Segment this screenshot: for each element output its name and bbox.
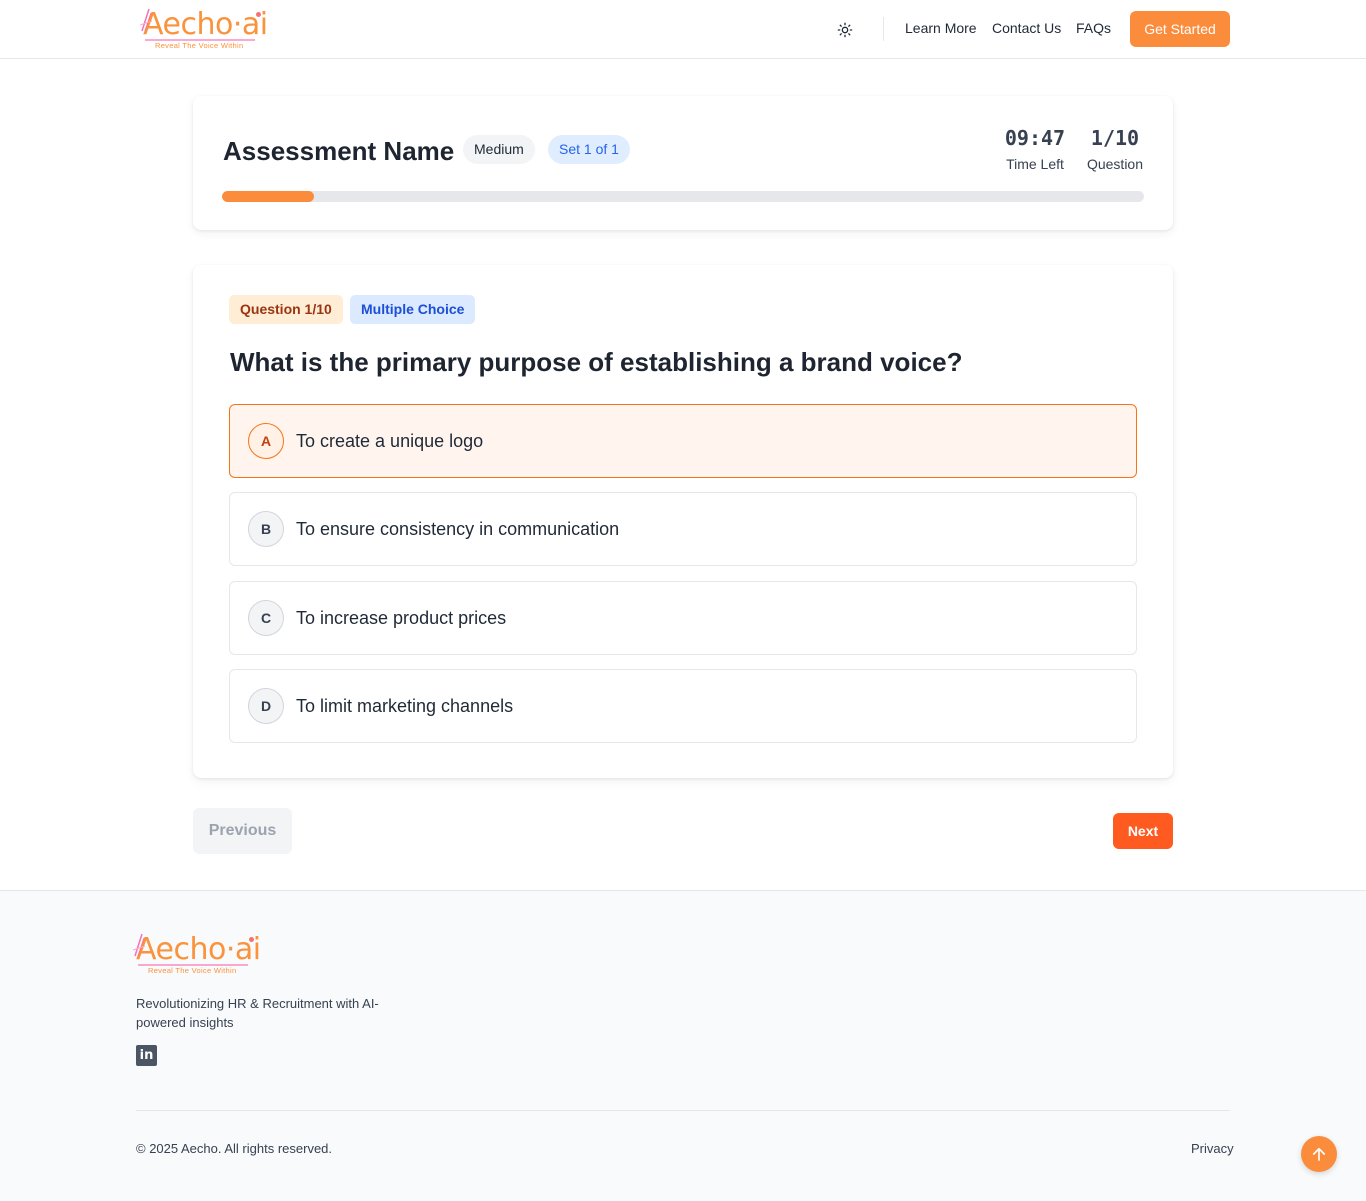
- option-text: To create a unique logo: [296, 431, 484, 451]
- option-letter-badge: D: [248, 688, 284, 724]
- assessment-progress-bar: [222, 191, 1144, 202]
- footer-divider: [136, 1110, 1230, 1111]
- logo-underline: [138, 964, 248, 966]
- logo-swoosh-icon: [140, 8, 153, 32]
- logo-tagline: Reveal The Voice Within: [148, 966, 237, 975]
- answer-option-b[interactable]: B To ensure consistency in communication: [229, 492, 1137, 566]
- arrow-up-icon: [1312, 1147, 1326, 1161]
- logo-dot: [256, 12, 261, 17]
- site-footer: Aecho·ai Reveal The Voice Within Revolut…: [0, 890, 1366, 1201]
- logo-swoosh-icon: [133, 933, 146, 957]
- footer-description: Revolutionizing HR & Recruitment with AI…: [136, 996, 379, 1030]
- next-button[interactable]: Next: [1113, 813, 1173, 849]
- nav-learn-more[interactable]: Learn More: [905, 20, 977, 36]
- theme-toggle-button[interactable]: [834, 19, 856, 41]
- assessment-title: Assessment Name: [223, 136, 455, 166]
- footer-brand-logo[interactable]: Aecho·ai Reveal The Voice Within: [133, 932, 261, 977]
- logo-tagline: Reveal The Voice Within: [155, 41, 244, 50]
- nav-divider: [883, 17, 884, 41]
- question-card: Question 1/10 Multiple Choice What is th…: [193, 265, 1173, 778]
- question-number-tag: Question 1/10: [229, 295, 343, 324]
- brand-logo[interactable]: Aecho·ai Reveal The Voice Within: [140, 7, 268, 52]
- answer-option-d[interactable]: D To limit marketing channels: [229, 669, 1137, 743]
- logo-wordmark: Aecho·ai: [136, 932, 261, 967]
- logo-dot: [249, 937, 254, 942]
- nav-contact-us[interactable]: Contact Us: [992, 20, 1061, 36]
- question-counter-value: 1/10: [1090, 126, 1140, 150]
- time-left-stat: 09:47 Time Left: [1001, 126, 1069, 172]
- previous-button[interactable]: Previous: [193, 808, 292, 854]
- linkedin-icon[interactable]: in: [136, 1045, 157, 1066]
- nav-faqs[interactable]: FAQs: [1076, 20, 1111, 36]
- logo-wordmark: Aecho·ai: [143, 7, 268, 42]
- scroll-to-top-button[interactable]: [1301, 1136, 1337, 1172]
- option-letter-badge: B: [248, 511, 284, 547]
- option-text: To increase product prices: [296, 608, 507, 628]
- question-text: What is the primary purpose of establish…: [230, 347, 963, 377]
- time-left-value: 09:47: [1004, 126, 1066, 150]
- assessment-header-card: Assessment Name Medium Set 1 of 1 09:47 …: [193, 96, 1173, 230]
- option-letter-badge: C: [248, 600, 284, 636]
- question-counter-stat: 1/10 Question: [1083, 126, 1147, 172]
- get-started-button[interactable]: Get Started: [1130, 11, 1230, 47]
- option-letter-badge: A: [248, 423, 284, 459]
- top-navbar: Aecho·ai Reveal The Voice Within Learn M…: [0, 0, 1366, 59]
- answer-option-c[interactable]: C To increase product prices: [229, 581, 1137, 655]
- set-badge: Set 1 of 1: [548, 135, 630, 164]
- copyright-text: © 2025 Aecho. All rights reserved.: [136, 1141, 333, 1156]
- privacy-link[interactable]: Privacy: [1191, 1141, 1234, 1156]
- difficulty-badge: Medium: [463, 135, 535, 164]
- answer-option-a[interactable]: A To create a unique logo: [229, 404, 1137, 478]
- logo-underline: [145, 39, 255, 41]
- sun-icon: [837, 22, 853, 38]
- option-text: To limit marketing channels: [296, 696, 514, 716]
- progress-bar-fill: [222, 191, 315, 202]
- question-type-tag: Multiple Choice: [350, 295, 476, 324]
- question-counter-label: Question: [1086, 156, 1144, 172]
- option-text: To ensure consistency in communication: [296, 519, 620, 539]
- time-left-label: Time Left: [1006, 156, 1064, 172]
